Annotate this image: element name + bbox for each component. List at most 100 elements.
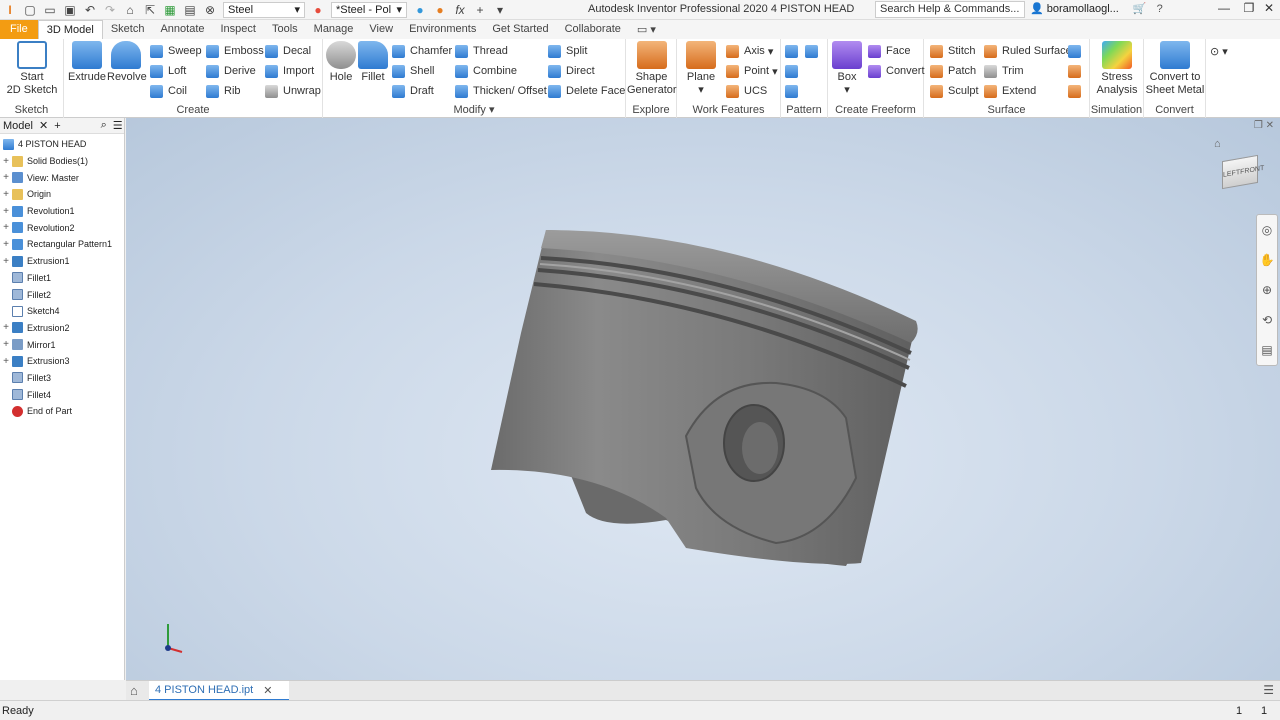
expand-icon[interactable]: + [0, 222, 12, 233]
extend-button[interactable]: Extend [984, 82, 1036, 100]
shape-generator-button[interactable]: Shape Generator [627, 41, 677, 97]
expand-icon[interactable]: + [0, 206, 12, 217]
viewcube-face[interactable]: LEFT FRONT [1222, 154, 1264, 190]
tree-item[interactable]: Sketch4 [0, 303, 124, 320]
graphics-viewport[interactable]: ⌂ LEFT FRONT ◎ ✋ ⊕ ⟲ ▤ ❐ ✕ [126, 118, 1280, 680]
revolve-button[interactable]: Revolve [107, 41, 147, 84]
appearance-ball-icon[interactable]: ● [310, 2, 326, 18]
nav-icon[interactable]: ⊗ [202, 2, 218, 18]
adjust-appearance-icon[interactable]: ● [412, 2, 428, 18]
look-at-icon[interactable]: ▤ [1261, 343, 1272, 357]
draft-button[interactable]: Draft [392, 82, 434, 100]
expand-icon[interactable]: + [0, 172, 12, 183]
new-file-icon[interactable]: ▢ [22, 2, 38, 18]
cart-icon[interactable]: 🛒 [1133, 2, 1147, 15]
zoom-icon[interactable]: ⊕ [1262, 283, 1272, 297]
split-button[interactable]: Split [548, 42, 587, 60]
ribbon-overflow-button[interactable]: ⊙ ▾ [1210, 42, 1228, 60]
clear-appearance-icon[interactable]: ● [432, 2, 448, 18]
tab-3d-model[interactable]: 3D Model [37, 20, 103, 39]
fit-mesh-button[interactable] [1068, 82, 1086, 100]
ucs-button[interactable]: UCS [726, 82, 767, 100]
tree-item[interactable]: + Extrusion3 [0, 353, 124, 370]
material-select[interactable]: Steel ▾ [223, 1, 305, 18]
unwrap-button[interactable]: Unwrap [265, 82, 321, 100]
steering-wheel-icon[interactable]: ◎ [1262, 223, 1272, 237]
chamfer-button[interactable]: Chamfer [392, 42, 452, 60]
patch-button[interactable]: Patch [930, 62, 976, 80]
tree-item[interactable]: + Mirror1 [0, 336, 124, 353]
point-button[interactable]: Point ▾ [726, 62, 778, 80]
trim-button[interactable]: Trim [984, 62, 1024, 80]
extrude-button[interactable]: Extrude [68, 41, 106, 84]
close-icon[interactable]: ✕ [1258, 1, 1280, 15]
start-2d-sketch-button[interactable]: Start 2D Sketch [6, 41, 58, 97]
thicken-offset-button[interactable]: Thicken/ Offset [455, 82, 547, 100]
select-icon[interactable]: ⇱ [142, 2, 158, 18]
undo-icon[interactable]: ↶ [82, 2, 98, 18]
tree-item[interactable]: + Extrusion2 [0, 320, 124, 337]
convert-to-sheet-metal-button[interactable]: Convert to Sheet Metal [1145, 41, 1205, 97]
tab-sketch[interactable]: Sketch [103, 20, 153, 39]
close-icon[interactable]: ✕ [263, 684, 272, 697]
home-view-icon[interactable]: ⌂ [1214, 138, 1221, 150]
tree-item[interactable]: End of Part [0, 403, 124, 420]
tree-item[interactable]: Fillet1 [0, 270, 124, 287]
tree-item[interactable]: + Solid Bodies(1) [0, 153, 124, 170]
fx-icon[interactable]: fx [452, 2, 468, 18]
tree-item[interactable]: Fillet3 [0, 370, 124, 387]
tab-get-started[interactable]: Get Started [484, 20, 556, 39]
customize-icon[interactable]: ▾ [492, 2, 508, 18]
tab-view[interactable]: View [361, 20, 401, 39]
tree-root[interactable]: 4 PISTON HEAD [0, 136, 124, 153]
tab-tools[interactable]: Tools [264, 20, 306, 39]
derive-button[interactable]: Derive [206, 62, 256, 80]
loft-button[interactable]: Loft [150, 62, 186, 80]
tab-annotate[interactable]: Annotate [152, 20, 212, 39]
update-icon[interactable]: ▦ [162, 2, 178, 18]
coil-button[interactable]: Coil [150, 82, 187, 100]
orbit-icon[interactable]: ⟲ [1262, 313, 1272, 327]
thread-button[interactable]: Thread [455, 42, 508, 60]
tree-item[interactable]: + Revolution1 [0, 203, 124, 220]
sculpt-button[interactable]: Sculpt [930, 82, 979, 100]
replace-face-button[interactable] [1068, 42, 1086, 60]
expand-icon[interactable]: + [0, 239, 12, 250]
piston-model[interactable] [126, 118, 1280, 680]
rib-button[interactable]: Rib [206, 82, 241, 100]
search-icon[interactable]: ⌕ [101, 119, 107, 132]
viewcube[interactable]: ⌂ LEFT FRONT [1214, 138, 1264, 194]
combine-button[interactable]: Combine [455, 62, 517, 80]
sketch-pattern-button[interactable] [785, 82, 803, 100]
stress-analysis-button[interactable]: Stress Analysis [1092, 41, 1142, 97]
tab-collaborate[interactable]: Collaborate [557, 20, 629, 39]
import-button[interactable]: Import [265, 62, 314, 80]
circ-pattern-button[interactable] [785, 62, 803, 80]
modify-group-label[interactable]: Modify ▾ [323, 103, 625, 116]
sweep-button[interactable]: Sweep [150, 42, 202, 60]
tree-item[interactable]: + Extrusion1 [0, 253, 124, 270]
close-icon[interactable]: ✕ [39, 119, 48, 132]
minimize-icon[interactable]: — [1213, 1, 1235, 15]
expand-icon[interactable]: + [0, 156, 12, 167]
help-icon[interactable]: ? [1157, 3, 1163, 15]
redo-icon[interactable]: ↷ [102, 2, 118, 18]
stitch-button[interactable]: Stitch [930, 42, 976, 60]
convert-button[interactable]: Convert [868, 62, 925, 80]
box-button[interactable]: Box ▾ [831, 41, 863, 97]
expand-icon[interactable]: + [0, 339, 12, 350]
measure-icon[interactable]: ▤ [182, 2, 198, 18]
face-button[interactable]: Face [868, 42, 910, 60]
decal-button[interactable]: Decal [265, 42, 311, 60]
plane-button[interactable]: Plane ▾ [681, 41, 721, 97]
tab-file[interactable]: File [0, 20, 38, 39]
restore-icon[interactable]: ❐ [1238, 1, 1260, 15]
axis-button[interactable]: Axis ▾ [726, 42, 773, 60]
tab-manage[interactable]: Manage [306, 20, 362, 39]
save-icon[interactable]: ▣ [62, 2, 78, 18]
pan-icon[interactable]: ✋ [1260, 253, 1275, 267]
expand-icon[interactable]: + [0, 322, 12, 333]
hole-button[interactable]: Hole [326, 41, 356, 84]
document-tab[interactable]: 4 PISTON HEAD.ipt ✕ [149, 681, 289, 701]
shell-button[interactable]: Shell [392, 62, 434, 80]
